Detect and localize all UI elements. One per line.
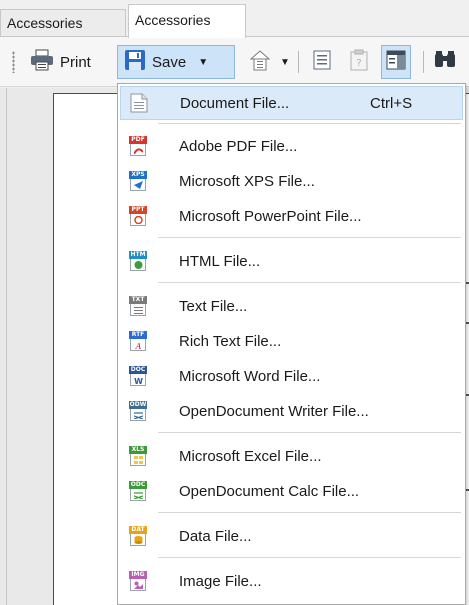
menu-item-word-file[interactable]: DOC W Microsoft Word File... [120, 359, 463, 393]
find-binoculars-icon [433, 50, 457, 74]
menu-item-label: Microsoft XPS File... [179, 172, 315, 190]
menu-item-xps-file[interactable]: XPS Microsoft XPS File... [120, 164, 463, 198]
powerpoint-file-icon: PPT [129, 206, 147, 226]
menu-item-label: OpenDocument Calc File... [179, 482, 360, 500]
save-disk-icon [124, 49, 146, 75]
menu-item-label: Text File... [179, 297, 248, 315]
print-button[interactable]: Print [30, 45, 91, 79]
menu-item-label: OpenDocument Writer File... [179, 402, 369, 420]
export-dropdown-arrow[interactable]: ▼ [278, 45, 292, 79]
menu-item-text-file[interactable]: TXT Text File... [120, 289, 463, 323]
menu-item-ods-calc-file[interactable]: ODC OpenDocument Calc File... [120, 474, 463, 508]
document-view-button[interactable] [309, 45, 335, 79]
text-file-icon: TXT [129, 296, 147, 316]
excel-file-icon: XLS [129, 446, 147, 466]
toolbar-grip[interactable] [12, 51, 15, 73]
menu-item-rich-text-file[interactable]: RTF A Rich Text File... [120, 324, 463, 358]
menu-separator [158, 282, 461, 283]
preview-edge [6, 88, 7, 605]
menu-item-excel-file[interactable]: XLS Microsoft Excel File... [120, 439, 463, 473]
menu-item-label: Document File... [180, 94, 290, 112]
paste-button[interactable]: ? [346, 45, 372, 79]
image-file-icon: IMG [129, 571, 147, 591]
print-preview-toolbar: Print Save ▼ ▼ ? [0, 37, 469, 87]
odt-writer-file-icon: ODW [129, 401, 147, 421]
tab-strip: Accessories Accessories [0, 0, 469, 38]
paste-icon: ? [350, 49, 368, 75]
toolbar-separator [298, 51, 299, 73]
chevron-down-icon: ▼ [198, 56, 209, 68]
menu-item-odt-writer-file[interactable]: ODW OpenDocument Writer File... [120, 394, 463, 428]
pdf-file-icon: PDF [129, 136, 147, 156]
document-view-icon [313, 50, 331, 74]
save-label: Save [152, 53, 187, 71]
menu-item-label: Adobe PDF File... [179, 137, 298, 155]
print-label: Print [60, 53, 91, 71]
find-button[interactable] [430, 45, 460, 79]
tab-accessories-1[interactable]: Accessories [0, 9, 126, 37]
menu-item-label: Image File... [179, 572, 262, 590]
menu-item-html-file[interactable]: HTM HTML File... [120, 244, 463, 278]
menu-item-pdf-file[interactable]: PDF Adobe PDF File... [120, 129, 463, 163]
menu-separator [158, 237, 461, 238]
menu-item-image-file[interactable]: IMG Image File... [120, 564, 463, 598]
menu-item-data-file[interactable]: DAT Data File... [120, 519, 463, 553]
menu-item-document-file[interactable]: Document File... Ctrl+S [120, 86, 463, 120]
html-file-icon: HTM [129, 251, 147, 271]
menu-item-label: Data File... [179, 527, 252, 545]
svg-text:W: W [134, 377, 143, 384]
menu-item-label: Rich Text File... [179, 332, 282, 350]
rich-text-file-icon: RTF A [129, 331, 147, 351]
export-home-icon [248, 48, 272, 76]
menu-item-label: Microsoft Word File... [179, 367, 321, 385]
save-dropdown-menu: Document File... Ctrl+S PDF Adobe PDF Fi… [117, 83, 466, 605]
menu-separator [158, 512, 461, 513]
document-file-icon [130, 93, 148, 113]
tab-accessories-2[interactable]: Accessories [128, 4, 246, 38]
printer-icon [30, 49, 54, 75]
svg-text:A: A [135, 342, 142, 349]
menu-separator [158, 432, 461, 433]
menu-item-powerpoint-file[interactable]: PPT Microsoft PowerPoint File... [120, 199, 463, 233]
save-dropdown-button[interactable]: Save ▼ [117, 45, 235, 79]
menu-item-label: Microsoft PowerPoint File... [179, 207, 362, 225]
export-button[interactable] [244, 45, 276, 79]
menu-separator [158, 123, 461, 124]
page-layout-icon [386, 50, 406, 74]
toolbar-separator [423, 51, 424, 73]
xps-file-icon: XPS [129, 171, 147, 191]
menu-item-label: Microsoft Excel File... [179, 447, 322, 465]
ods-calc-file-icon: ODC [129, 481, 147, 501]
menu-item-shortcut: Ctrl+S [370, 94, 413, 112]
svg-text:?: ? [356, 58, 361, 69]
data-file-icon: DAT [129, 526, 147, 546]
page-layout-button[interactable] [381, 45, 411, 79]
word-file-icon: DOC W [129, 366, 147, 386]
chevron-down-icon: ▼ [280, 56, 290, 68]
menu-separator [158, 557, 461, 558]
menu-item-label: HTML File... [179, 252, 261, 270]
